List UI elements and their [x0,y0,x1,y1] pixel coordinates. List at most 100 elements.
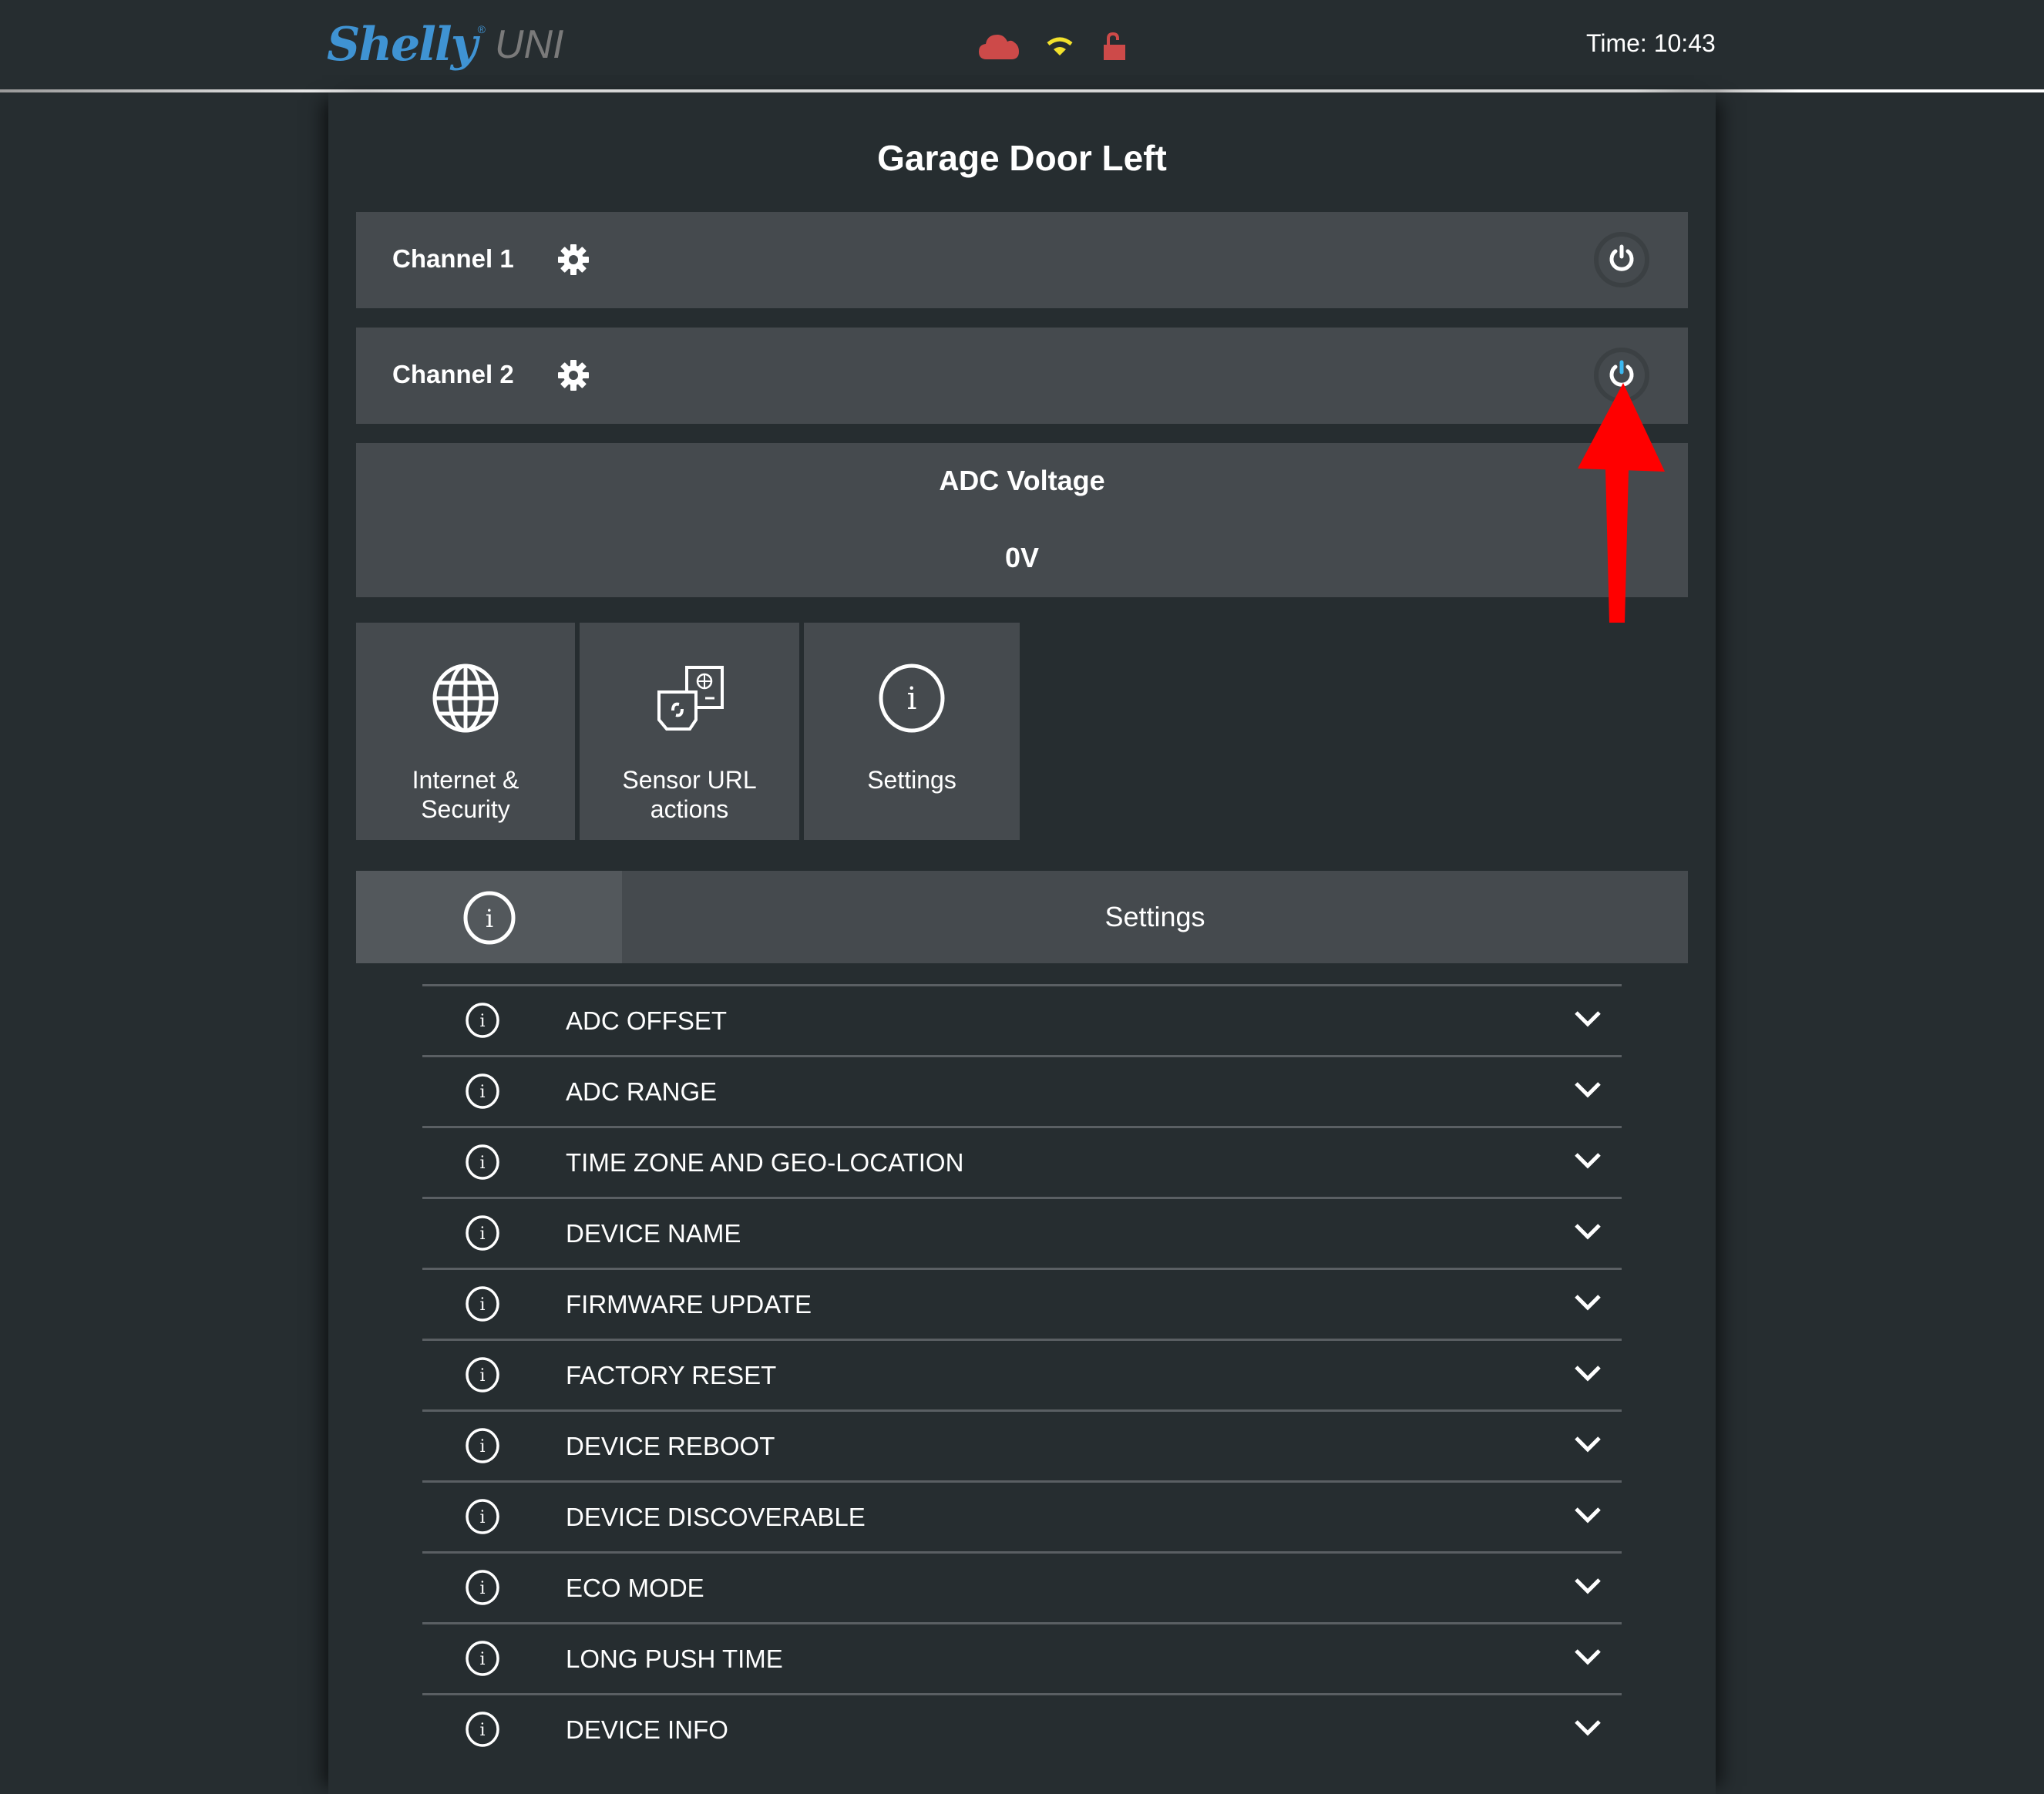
page-title: Garage Door Left [877,138,1167,178]
tile-sensor-url-actions[interactable]: Sensor URL actions [580,623,799,840]
gear-icon[interactable] [558,360,589,391]
cloud-icon[interactable] [979,33,1019,59]
chevron-down-icon[interactable] [1574,1151,1602,1171]
settings-row[interactable]: i FIRMWARE UPDATE [422,1268,1622,1339]
tile-label-line: Internet & [412,766,519,794]
svg-text:i: i [479,1721,485,1740]
svg-text:i: i [479,1225,485,1244]
chevron-down-icon[interactable] [1574,1222,1602,1242]
tile-internet-security[interactable]: Internet & Security [356,623,575,840]
chevron-down-icon[interactable] [1574,1648,1602,1668]
tile-label-line: Sensor URL [622,766,757,794]
info-icon: i [463,891,516,945]
settings-row[interactable]: i FACTORY RESET [422,1339,1622,1409]
main-panel: Garage Door Left Channel 1 Channel 2 ADC… [328,92,1716,1794]
settings-row-label: FACTORY RESET [566,1361,777,1389]
top-bar: Shelly ® UNI Time: 10:43 [0,0,2044,89]
channel-2-power-button[interactable] [1594,348,1649,403]
chevron-down-icon[interactable] [1574,1293,1602,1313]
sensor-url-icon [654,663,725,734]
settings-row[interactable]: i ECO MODE [422,1551,1622,1622]
tile-settings-label: Settings [804,765,1020,795]
logo-model: UNI [494,22,564,67]
adc-voltage-value: 0V [1004,542,1040,573]
settings-row-label: DEVICE REBOOT [566,1432,775,1460]
settings-row-label: ADC OFFSET [566,1006,728,1035]
channel-1-card: Channel 1 [356,212,1688,308]
logo-registered-mark: ® [477,23,486,35]
settings-row[interactable]: i ADC RANGE [422,1055,1622,1126]
power-icon [1609,244,1635,276]
svg-text:i: i [479,1012,485,1031]
settings-section-header: i Settings [356,871,1688,963]
settings-row[interactable]: i ADC OFFSET [422,984,1622,1055]
settings-row[interactable]: i TIME ZONE AND GEO-LOCATION [422,1126,1622,1197]
settings-row-label: TIME ZONE AND GEO-LOCATION [566,1148,964,1177]
info-icon[interactable]: i [465,1073,500,1109]
adc-voltage-card: ADC Voltage 0V [356,443,1688,597]
info-icon[interactable]: i [465,1428,500,1463]
settings-row-label: LONG PUSH TIME [566,1644,783,1673]
settings-row-label: ADC RANGE [566,1077,718,1106]
settings-row-label: DEVICE INFO [566,1715,728,1744]
info-icon[interactable]: i [465,1712,500,1747]
time-display: Time: 10:43 [1586,29,1716,57]
info-icon[interactable]: i [465,1215,500,1251]
settings-row[interactable]: i DEVICE NAME [422,1197,1622,1268]
info-icon[interactable]: i [465,1570,500,1605]
settings-row[interactable]: i DEVICE INFO [422,1693,1622,1764]
svg-text:i: i [907,681,917,717]
settings-section-title: Settings [1104,901,1205,932]
chevron-down-icon[interactable] [1574,1010,1602,1030]
settings-row[interactable]: i LONG PUSH TIME [422,1622,1622,1693]
wifi-icon[interactable] [1047,36,1073,56]
globe-icon [430,663,501,734]
svg-text:i: i [479,1295,485,1315]
settings-row[interactable]: i DEVICE DISCOVERABLE [422,1480,1622,1551]
info-icon[interactable]: i [465,1003,500,1038]
settings-row-label: DEVICE NAME [566,1219,741,1248]
info-icon[interactable]: i [465,1641,500,1676]
gear-icon[interactable] [558,244,589,275]
svg-text:i: i [479,1366,485,1386]
settings-row[interactable]: i DEVICE REBOOT [422,1409,1622,1480]
tile-label-line: Security [421,795,510,823]
settings-row-label: DEVICE DISCOVERABLE [566,1503,866,1531]
shelly-uni-logo: Shelly ® UNI [327,17,563,72]
status-icons [979,29,1127,63]
svg-text:i: i [486,904,493,933]
power-icon [1609,360,1635,391]
channel-1-power-button[interactable] [1594,232,1649,287]
svg-text:i: i [479,1650,485,1669]
svg-text:i: i [479,1508,485,1527]
tile-internet-security-label: Internet & Security [356,765,575,824]
svg-text:i: i [479,1154,485,1173]
chevron-down-icon[interactable] [1574,1577,1602,1597]
chevron-down-icon[interactable] [1574,1364,1602,1384]
tile-settings[interactable]: i Settings [804,623,1020,840]
settings-row-label: ECO MODE [566,1574,704,1602]
tile-label-line: actions [650,795,729,823]
info-icon[interactable]: i [465,1357,500,1393]
info-icon[interactable]: i [465,1144,500,1180]
settings-row-label: FIRMWARE UPDATE [566,1290,812,1319]
chevron-down-icon[interactable] [1574,1080,1602,1100]
logo-brand: Shelly [327,18,478,72]
chevron-down-icon[interactable] [1574,1718,1602,1739]
info-icon[interactable]: i [465,1499,500,1534]
svg-text:i: i [479,1437,485,1456]
tile-sensor-url-label: Sensor URL actions [580,765,799,824]
info-icon: i [876,663,947,734]
channel-2-label: Channel 2 [392,360,514,388]
settings-tab-icon-block[interactable]: i [356,871,622,963]
tile-label-line: Settings [867,766,956,794]
settings-list: i ADC OFFSET i ADC RANGE i TIME ZONE AND GEO-… [422,984,1622,1764]
unlocked-icon[interactable] [1104,32,1127,60]
channel-2-card: Channel 2 [356,328,1688,424]
chevron-down-icon[interactable] [1574,1435,1602,1455]
info-icon[interactable]: i [465,1286,500,1322]
svg-text:i: i [479,1083,485,1102]
channel-1-label: Channel 1 [392,244,514,273]
svg-text:i: i [479,1579,485,1598]
chevron-down-icon[interactable] [1574,1506,1602,1526]
